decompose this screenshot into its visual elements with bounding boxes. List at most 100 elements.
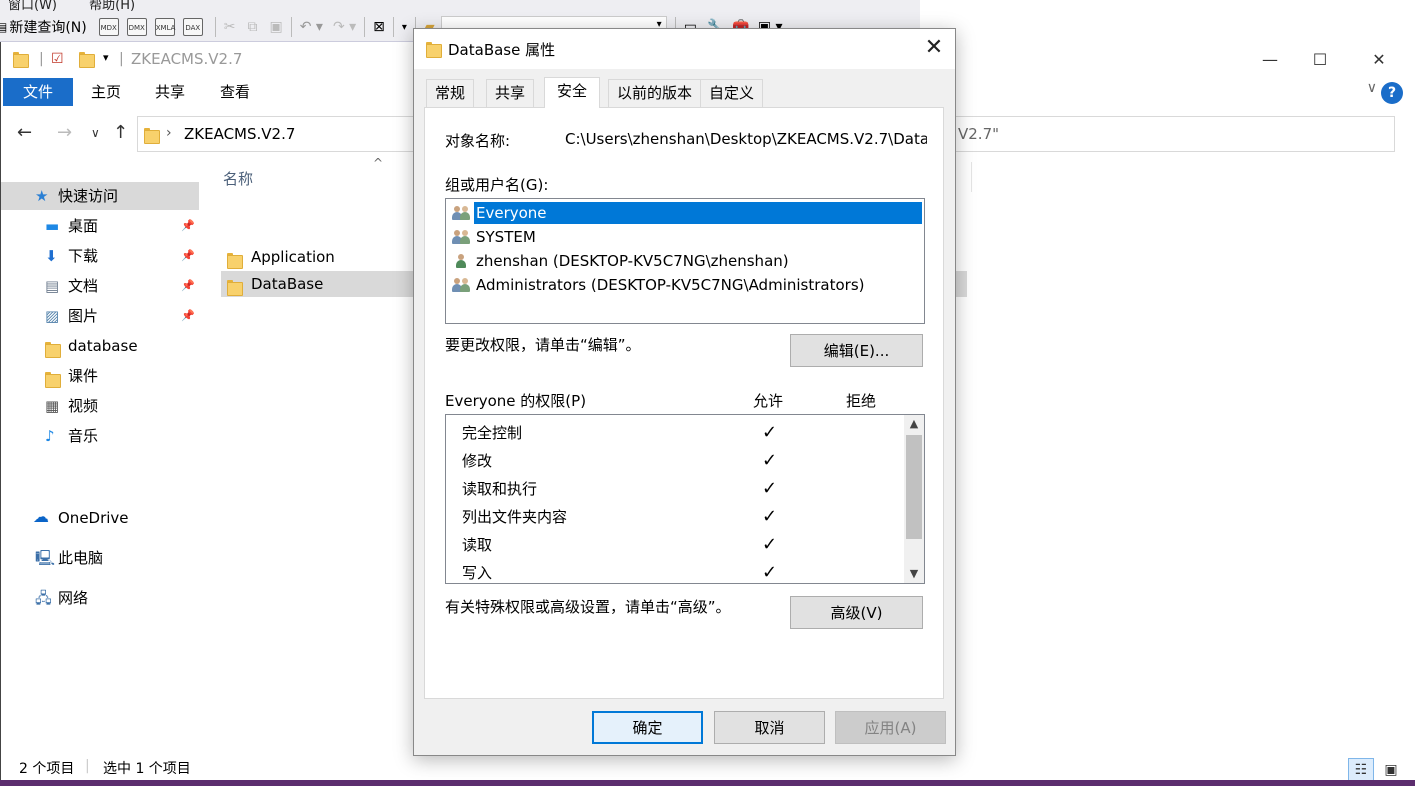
large-icons-view-icon[interactable]: ▣ bbox=[1378, 758, 1404, 782]
nav-label: 快速访问 bbox=[58, 187, 119, 205]
permissions-list: 完全控制 ✓ 修改 ✓ 读取和执行 ✓ 列出文件夹内容 ✓ 读取 ✓ 写入 ✓ ▲ ▼ bbox=[445, 414, 925, 584]
ok-button[interactable]: 确定 bbox=[592, 711, 703, 744]
object-name-label: 对象名称: bbox=[445, 132, 511, 150]
vs-menu-help[interactable]: 帮助(H) bbox=[89, 0, 135, 13]
dmx-query-icon[interactable]: DMX bbox=[126, 18, 147, 36]
sidebar-item[interactable]: ▬ 桌面 📌 bbox=[1, 212, 199, 240]
screen-icon[interactable]: ⊠ bbox=[373, 19, 385, 35]
tab-share[interactable]: 共享 bbox=[155, 78, 185, 106]
details-view-icon[interactable]: ☷ bbox=[1348, 758, 1374, 782]
vs-menu-bar: 窗口(W) 帮助(H) bbox=[8, 0, 163, 13]
toolbar-separator bbox=[290, 17, 292, 37]
undo-icon[interactable]: ↶ ▾ bbox=[300, 19, 323, 35]
toolbar-separator bbox=[392, 17, 394, 37]
permission-row: 读取和执行 ✓ bbox=[462, 475, 902, 503]
user-name: Administrators (DESKTOP-KV5C7NG\Administ… bbox=[476, 276, 865, 294]
tab-view[interactable]: 查看 bbox=[220, 78, 250, 106]
tab-file[interactable]: 文件 bbox=[3, 78, 73, 106]
pin-icon[interactable]: 📌 bbox=[181, 272, 195, 300]
tab-customize[interactable]: 自定义 bbox=[700, 79, 764, 107]
tab-security[interactable]: 安全 bbox=[544, 77, 601, 108]
nav-quick-access[interactable]: ★ 快速访问 bbox=[1, 182, 199, 210]
permission-name: 读取 bbox=[462, 536, 493, 554]
nav-network[interactable]: 🖧 网络 bbox=[1, 584, 199, 612]
sidebar-item[interactable]: ▨ 图片 📌 bbox=[1, 302, 199, 330]
folder-icon bbox=[45, 338, 61, 358]
new-folder-icon[interactable] bbox=[79, 51, 95, 71]
permissions-scrollbar[interactable]: ▲ ▼ bbox=[904, 415, 924, 583]
user-list-item[interactable]: zhenshan (DESKTOP-KV5C7NG\zhenshan) bbox=[450, 249, 920, 273]
scroll-down-icon[interactable]: ▼ bbox=[904, 565, 924, 583]
star-icon: ★ bbox=[35, 187, 49, 205]
nav-label: OneDrive bbox=[58, 509, 129, 527]
dax-query-icon[interactable]: DAX bbox=[182, 18, 203, 36]
copy-icon[interactable]: ⧉ bbox=[247, 19, 257, 35]
recent-locations-icon[interactable]: ∨ bbox=[91, 126, 100, 140]
apply-button[interactable]: 应用(A) bbox=[835, 711, 946, 744]
sidebar-item-label: 音乐 bbox=[68, 427, 99, 445]
permissions-label: Everyone 的权限(P) bbox=[445, 392, 587, 410]
column-divider[interactable] bbox=[971, 162, 972, 192]
tab-home[interactable]: 主页 bbox=[91, 78, 121, 106]
nav-this-pc[interactable]: 🖳 此电脑 bbox=[1, 544, 199, 572]
sidebar-item[interactable]: database bbox=[1, 332, 199, 360]
column-header-name[interactable]: 名称 bbox=[223, 168, 253, 189]
close-button[interactable]: ✕ bbox=[1356, 48, 1402, 72]
paste-icon[interactable]: ▣ bbox=[269, 19, 282, 35]
sidebar-item[interactable]: ⬇ 下载 📌 bbox=[1, 242, 199, 270]
advanced-hint: 有关特殊权限或高级设置，请单击“高级”。 bbox=[445, 598, 731, 616]
tab-general[interactable]: 常规 bbox=[426, 79, 475, 107]
scroll-thumb[interactable] bbox=[906, 435, 922, 539]
advanced-button[interactable]: 高级(V) bbox=[790, 596, 923, 629]
dialog-close-button[interactable]: ✕ bbox=[919, 33, 949, 63]
minimize-button[interactable]: — bbox=[1247, 48, 1293, 72]
pin-icon[interactable]: 📌 bbox=[181, 212, 195, 240]
sidebar-item[interactable]: 课件 bbox=[1, 362, 199, 390]
forward-arrow-icon[interactable]: → bbox=[57, 122, 72, 143]
edit-hint: 要更改权限，请单击“编辑”。 bbox=[445, 336, 641, 354]
breadcrumb-current[interactable]: ZKEACMS.V2.7 bbox=[184, 125, 295, 143]
properties-icon[interactable]: ☑ bbox=[51, 51, 64, 67]
cancel-button[interactable]: 取消 bbox=[714, 711, 825, 744]
user-list-item[interactable]: Everyone bbox=[450, 201, 923, 225]
item-count: 2 个项目 bbox=[19, 761, 75, 777]
video-icon: ▦ bbox=[45, 397, 60, 415]
permission-name: 写入 bbox=[462, 564, 493, 582]
dropdown-arrow-icon[interactable]: ▾ bbox=[402, 22, 407, 33]
user-list-item[interactable]: SYSTEM bbox=[450, 225, 920, 249]
pin-icon[interactable]: 📌 bbox=[181, 242, 195, 270]
permission-row: 写入 ✓ bbox=[462, 559, 902, 583]
search-box-text[interactable]: V2.7" bbox=[958, 125, 999, 143]
tab-sharing[interactable]: 共享 bbox=[486, 79, 535, 107]
xmla-query-icon[interactable]: XMLA bbox=[154, 18, 175, 36]
nav-onedrive[interactable]: ☁ OneDrive bbox=[1, 504, 199, 532]
up-arrow-icon[interactable]: ↑ bbox=[113, 122, 128, 143]
navigation-pane: ★ 快速访问 ▬ 桌面 📌 ⬇ 下载 📌 ▤ 文档 📌 ▨ 图片 📌 database 课件 ▦ 视频 ♪ 音乐 … bbox=[1, 154, 199, 752]
help-icon[interactable]: ? bbox=[1381, 82, 1403, 104]
allow-column-label: 允许 bbox=[753, 392, 784, 410]
sidebar-item[interactable]: ▦ 视频 bbox=[1, 392, 199, 420]
back-arrow-icon[interactable]: ← bbox=[17, 122, 32, 143]
tab-previous-versions[interactable]: 以前的版本 bbox=[608, 79, 702, 107]
cut-icon[interactable]: ✂ bbox=[224, 19, 236, 35]
vs-menu-window[interactable]: 窗口(W) bbox=[8, 0, 57, 13]
customize-quick-access-icon[interactable]: ▾ bbox=[103, 51, 109, 64]
dialog-title: DataBase 属性 bbox=[448, 41, 556, 59]
sidebar-item[interactable]: ♪ 音乐 bbox=[1, 422, 199, 450]
edit-button[interactable]: 编辑(E)... bbox=[790, 334, 923, 367]
group-users-label: 组或用户名(G): bbox=[445, 176, 549, 194]
allow-check-icon: ✓ bbox=[762, 562, 778, 583]
group-users-list[interactable]: Everyone SYSTEM zhenshan (DESKTOP-KV5C7NG\… bbox=[445, 198, 925, 324]
network-icon: 🖧 bbox=[35, 589, 52, 607]
object-name-value: C:\Users\zhenshan\Desktop\ZKEACMS.V2.7\D… bbox=[565, 130, 927, 148]
new-query-button[interactable]: 新建查询(N) bbox=[9, 17, 86, 37]
pin-icon[interactable]: 📌 bbox=[181, 302, 195, 330]
scroll-up-icon[interactable]: ▲ bbox=[904, 415, 924, 433]
breadcrumb-chevron-icon[interactable]: › bbox=[166, 125, 172, 141]
user-list-item[interactable]: Administrators (DESKTOP-KV5C7NG\Administ… bbox=[450, 273, 920, 297]
sidebar-item[interactable]: ▤ 文档 📌 bbox=[1, 272, 199, 300]
maximize-button[interactable]: ☐ bbox=[1297, 48, 1343, 72]
expand-ribbon-icon[interactable]: ∨ bbox=[1367, 80, 1377, 96]
redo-icon[interactable]: ↷ ▾ bbox=[333, 19, 356, 35]
mdx-query-icon[interactable]: MDX bbox=[98, 18, 119, 36]
